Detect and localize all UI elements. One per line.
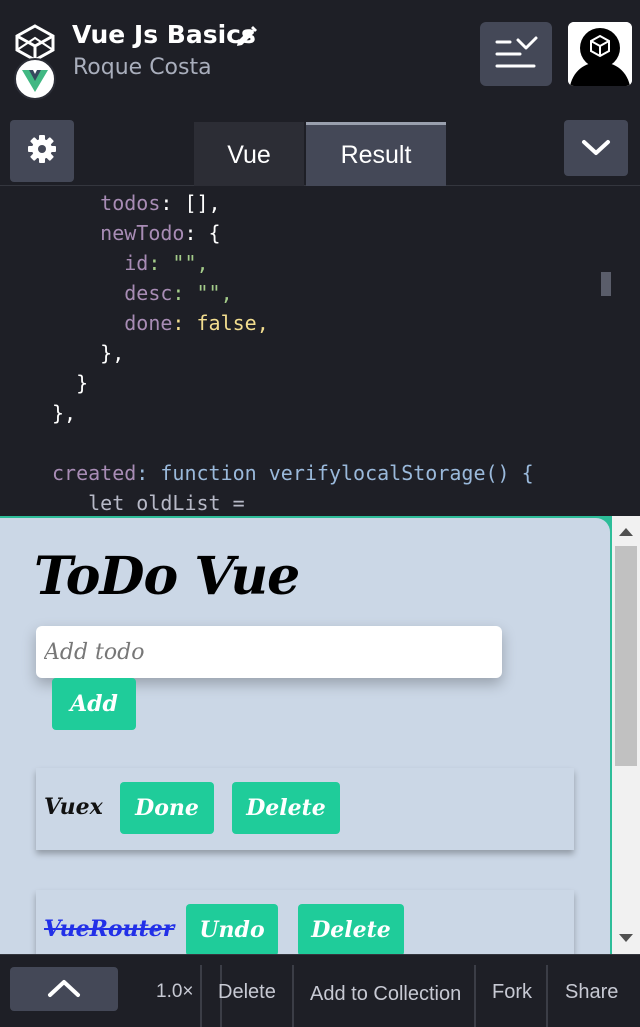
- logo-stack[interactable]: [14, 24, 56, 100]
- todo-item: Vuex Done Delete: [36, 768, 574, 850]
- code-line: },: [52, 338, 124, 368]
- fork-button[interactable]: Fork: [492, 981, 532, 1004]
- zoom-level[interactable]: 1.0×: [156, 981, 194, 1003]
- code-key: done: [124, 311, 173, 335]
- done-button[interactable]: Done: [120, 782, 214, 834]
- result-pane: ToDo Vue Add Vuex Done Delete VueRouter …: [0, 516, 640, 954]
- code-rest: : function verifylocalStorage() {: [136, 461, 534, 485]
- todo-text: Vuex: [44, 794, 103, 820]
- settings-button[interactable]: [10, 120, 74, 182]
- code-line: let oldList =: [52, 488, 245, 516]
- add-button[interactable]: Add: [52, 678, 136, 730]
- code-line: created: function verifylocalStorage() {: [52, 458, 534, 488]
- add-todo-input[interactable]: [36, 626, 502, 678]
- pencil-icon[interactable]: [234, 25, 258, 49]
- code-editor[interactable]: todos: [], newTodo: { id: "", desc: "", …: [0, 186, 640, 516]
- code-key: id: [124, 251, 149, 275]
- code-line: done: false,: [52, 308, 269, 338]
- code-line: desc: "",: [52, 278, 233, 308]
- result-scrollbar[interactable]: [612, 516, 640, 954]
- code-key: created: [52, 461, 137, 485]
- bottom-toolbar: 1.0× Delete Add to Collection Fork Share: [0, 954, 640, 1027]
- code-rest: let oldList =: [88, 491, 245, 515]
- scroll-thumb[interactable]: [615, 546, 637, 766]
- delete-button[interactable]: Delete: [298, 904, 404, 954]
- todo-item: VueRouter Undo Delete: [36, 890, 574, 954]
- code-rest: }: [76, 371, 89, 395]
- code-rest: : "",: [148, 251, 209, 275]
- code-rest: },: [52, 401, 77, 425]
- code-key: todos: [100, 191, 161, 215]
- share-button[interactable]: Share: [565, 981, 618, 1004]
- todo-app: ToDo Vue Add Vuex Done Delete VueRouter …: [0, 518, 610, 954]
- code-line: },: [52, 398, 76, 428]
- scroll-up-arrow-icon[interactable]: [619, 528, 633, 536]
- code-line: todos: [],: [52, 188, 221, 218]
- app-title: ToDo Vue: [34, 546, 300, 607]
- collapse-button[interactable]: [564, 120, 628, 176]
- scroll-down-arrow-icon[interactable]: [619, 934, 633, 942]
- chevron-up-icon: [48, 980, 80, 997]
- pen-header: Vue Js Basics Roque Costa: [0, 0, 640, 106]
- code-line: id: "",: [52, 248, 209, 278]
- view-switcher-icon: [495, 36, 538, 68]
- code-rest: : false,: [172, 311, 269, 335]
- undo-button[interactable]: Undo: [186, 904, 278, 954]
- gear-icon: [28, 135, 56, 163]
- vue-logo-icon: [14, 58, 56, 100]
- code-key: newTodo: [100, 221, 185, 245]
- editor-tab-bar: Vue Result: [0, 106, 640, 186]
- author-name[interactable]: Roque Costa: [73, 55, 212, 80]
- divider: [474, 965, 476, 1027]
- divider: [292, 965, 294, 1027]
- code-key: desc: [124, 281, 173, 305]
- code-line: }: [52, 368, 88, 398]
- user-avatar[interactable]: [568, 22, 632, 86]
- code-rest: : "",: [172, 281, 233, 305]
- tab-result[interactable]: Result: [306, 122, 446, 186]
- code-rest: },: [100, 341, 125, 365]
- code-rest: : [],: [160, 191, 221, 215]
- codepen-cube-icon: [15, 24, 55, 62]
- pen-title[interactable]: Vue Js Basics: [72, 20, 256, 49]
- result-frame: ToDo Vue Add Vuex Done Delete VueRouter …: [0, 516, 612, 954]
- divider: [200, 965, 202, 1027]
- editor-scroll-indicator[interactable]: [601, 272, 611, 296]
- view-switcher-button[interactable]: [480, 22, 552, 86]
- add-to-collection-button[interactable]: Add to Collection: [310, 983, 461, 1006]
- code-rest: : {: [184, 221, 221, 245]
- tab-vue[interactable]: Vue: [194, 122, 304, 186]
- chevron-down-icon: [582, 140, 610, 155]
- delete-pen-button[interactable]: Delete: [218, 981, 276, 1004]
- delete-button[interactable]: Delete: [232, 782, 340, 834]
- console-toggle-button[interactable]: [10, 967, 118, 1011]
- code-line: newTodo: {: [52, 218, 221, 248]
- todo-text: VueRouter: [44, 916, 175, 942]
- divider: [546, 965, 548, 1027]
